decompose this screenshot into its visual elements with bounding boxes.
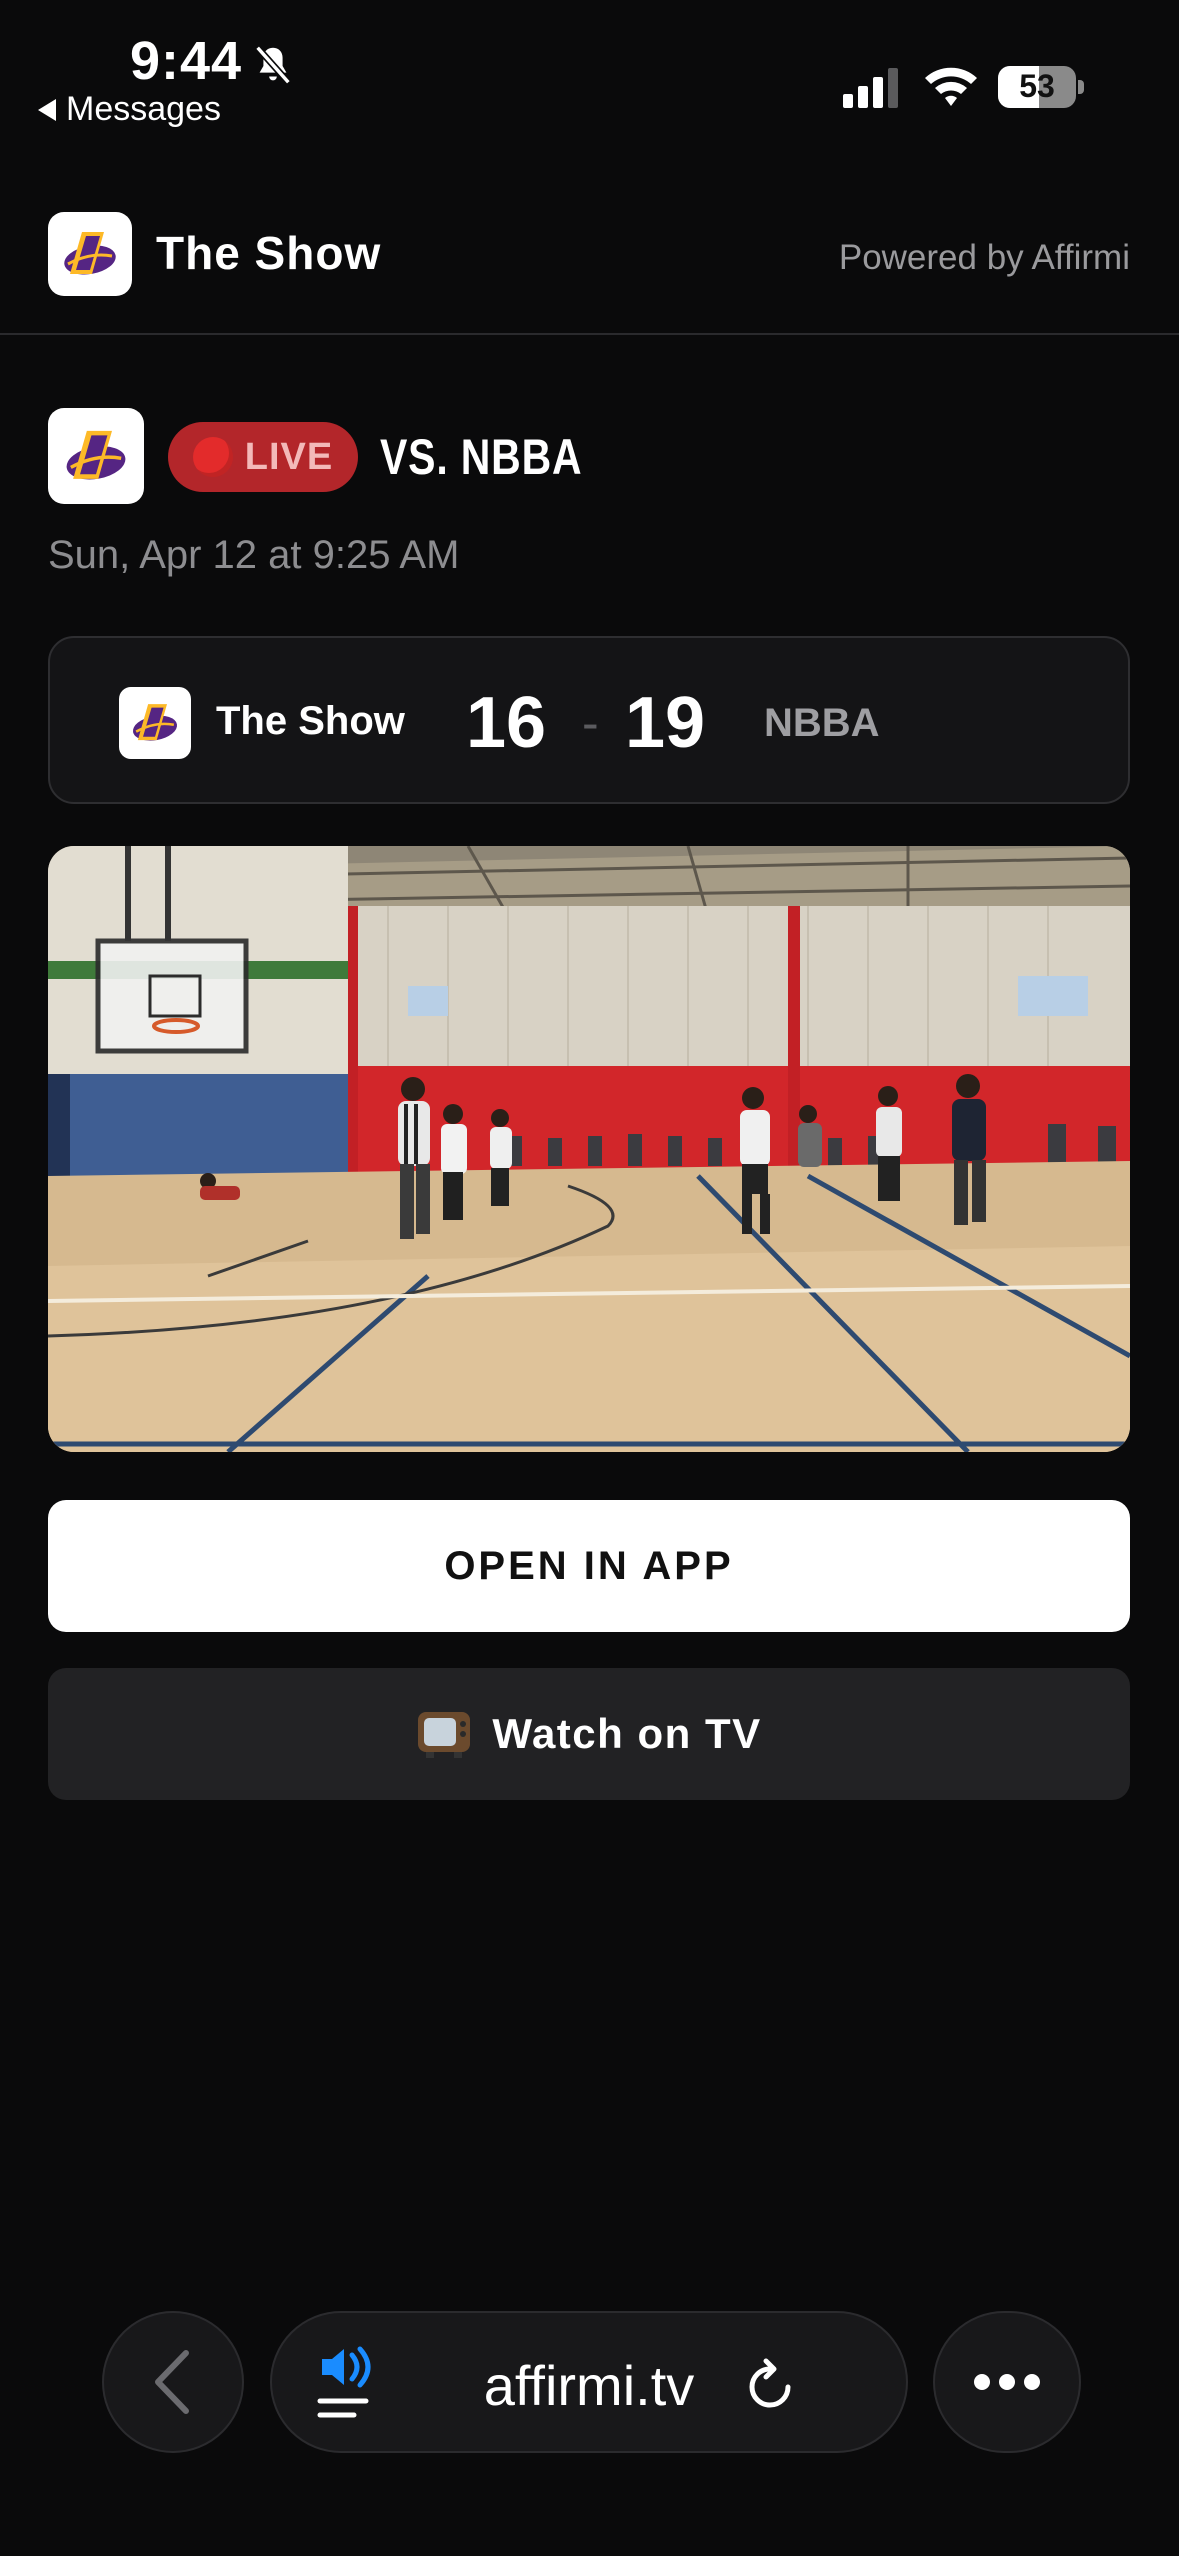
back-app-label: Messages	[66, 90, 221, 128]
url-text: affirmi.tv	[483, 2354, 695, 2417]
status-time: 9:44	[130, 31, 243, 91]
back-to-messages[interactable]: Messages	[38, 90, 221, 129]
home-team-logo	[119, 687, 191, 759]
cellular-signal-icon	[843, 68, 898, 108]
live-badge: LIVE	[168, 422, 358, 492]
back-triangle-icon	[38, 98, 56, 121]
live-video-player[interactable]	[48, 846, 1130, 1452]
game-team-logo	[48, 408, 144, 504]
home-team-name: The Show	[216, 699, 405, 743]
battery-level: 53	[1019, 68, 1055, 104]
lakers-logo-icon	[132, 704, 178, 741]
bell-muted-icon	[255, 45, 291, 85]
ellipsis-icon	[974, 2374, 1040, 2390]
score-card: The Show 16 - 19 NBBA	[48, 636, 1130, 804]
opponent-label: VS. NBBA	[380, 429, 583, 485]
live-label: LIVE	[244, 435, 334, 478]
watch-on-tv-button[interactable]: Watch on TV	[48, 1668, 1130, 1800]
lakers-logo-icon	[64, 232, 116, 275]
open-in-app-button[interactable]: OPEN IN APP	[48, 1500, 1130, 1632]
watch-on-tv-label: Watch on TV	[492, 1710, 762, 1757]
lakers-logo-icon	[66, 430, 126, 480]
page: 9:44 Messages 53 The Show Powered by Aff…	[0, 0, 1179, 2556]
address-bar[interactable]: affirmi.tv	[270, 2311, 908, 2453]
reload-icon[interactable]	[740, 2357, 800, 2417]
game-date: Sun, Apr 12 at 9:25 AM	[48, 533, 460, 577]
live-dot-icon	[192, 437, 233, 477]
television-icon	[418, 1712, 471, 1758]
home-score: 16	[466, 683, 547, 763]
chevron-left-icon	[155, 2350, 189, 2414]
wifi-icon	[925, 67, 977, 106]
team-logo	[48, 212, 132, 296]
more-options-button[interactable]	[933, 2311, 1081, 2453]
browser-back-button[interactable]	[102, 2311, 244, 2453]
powered-by-link[interactable]: Powered by Affirmi	[839, 238, 1130, 278]
header-divider	[0, 333, 1179, 335]
away-team-name: NBBA	[764, 701, 880, 745]
gym-video-frame	[48, 846, 1130, 1452]
battery-indicator: 53	[998, 66, 1076, 108]
battery-cap	[1078, 80, 1084, 94]
header-title: The Show	[156, 227, 382, 279]
away-score: 19	[625, 683, 706, 763]
score-separator: -	[582, 695, 599, 751]
